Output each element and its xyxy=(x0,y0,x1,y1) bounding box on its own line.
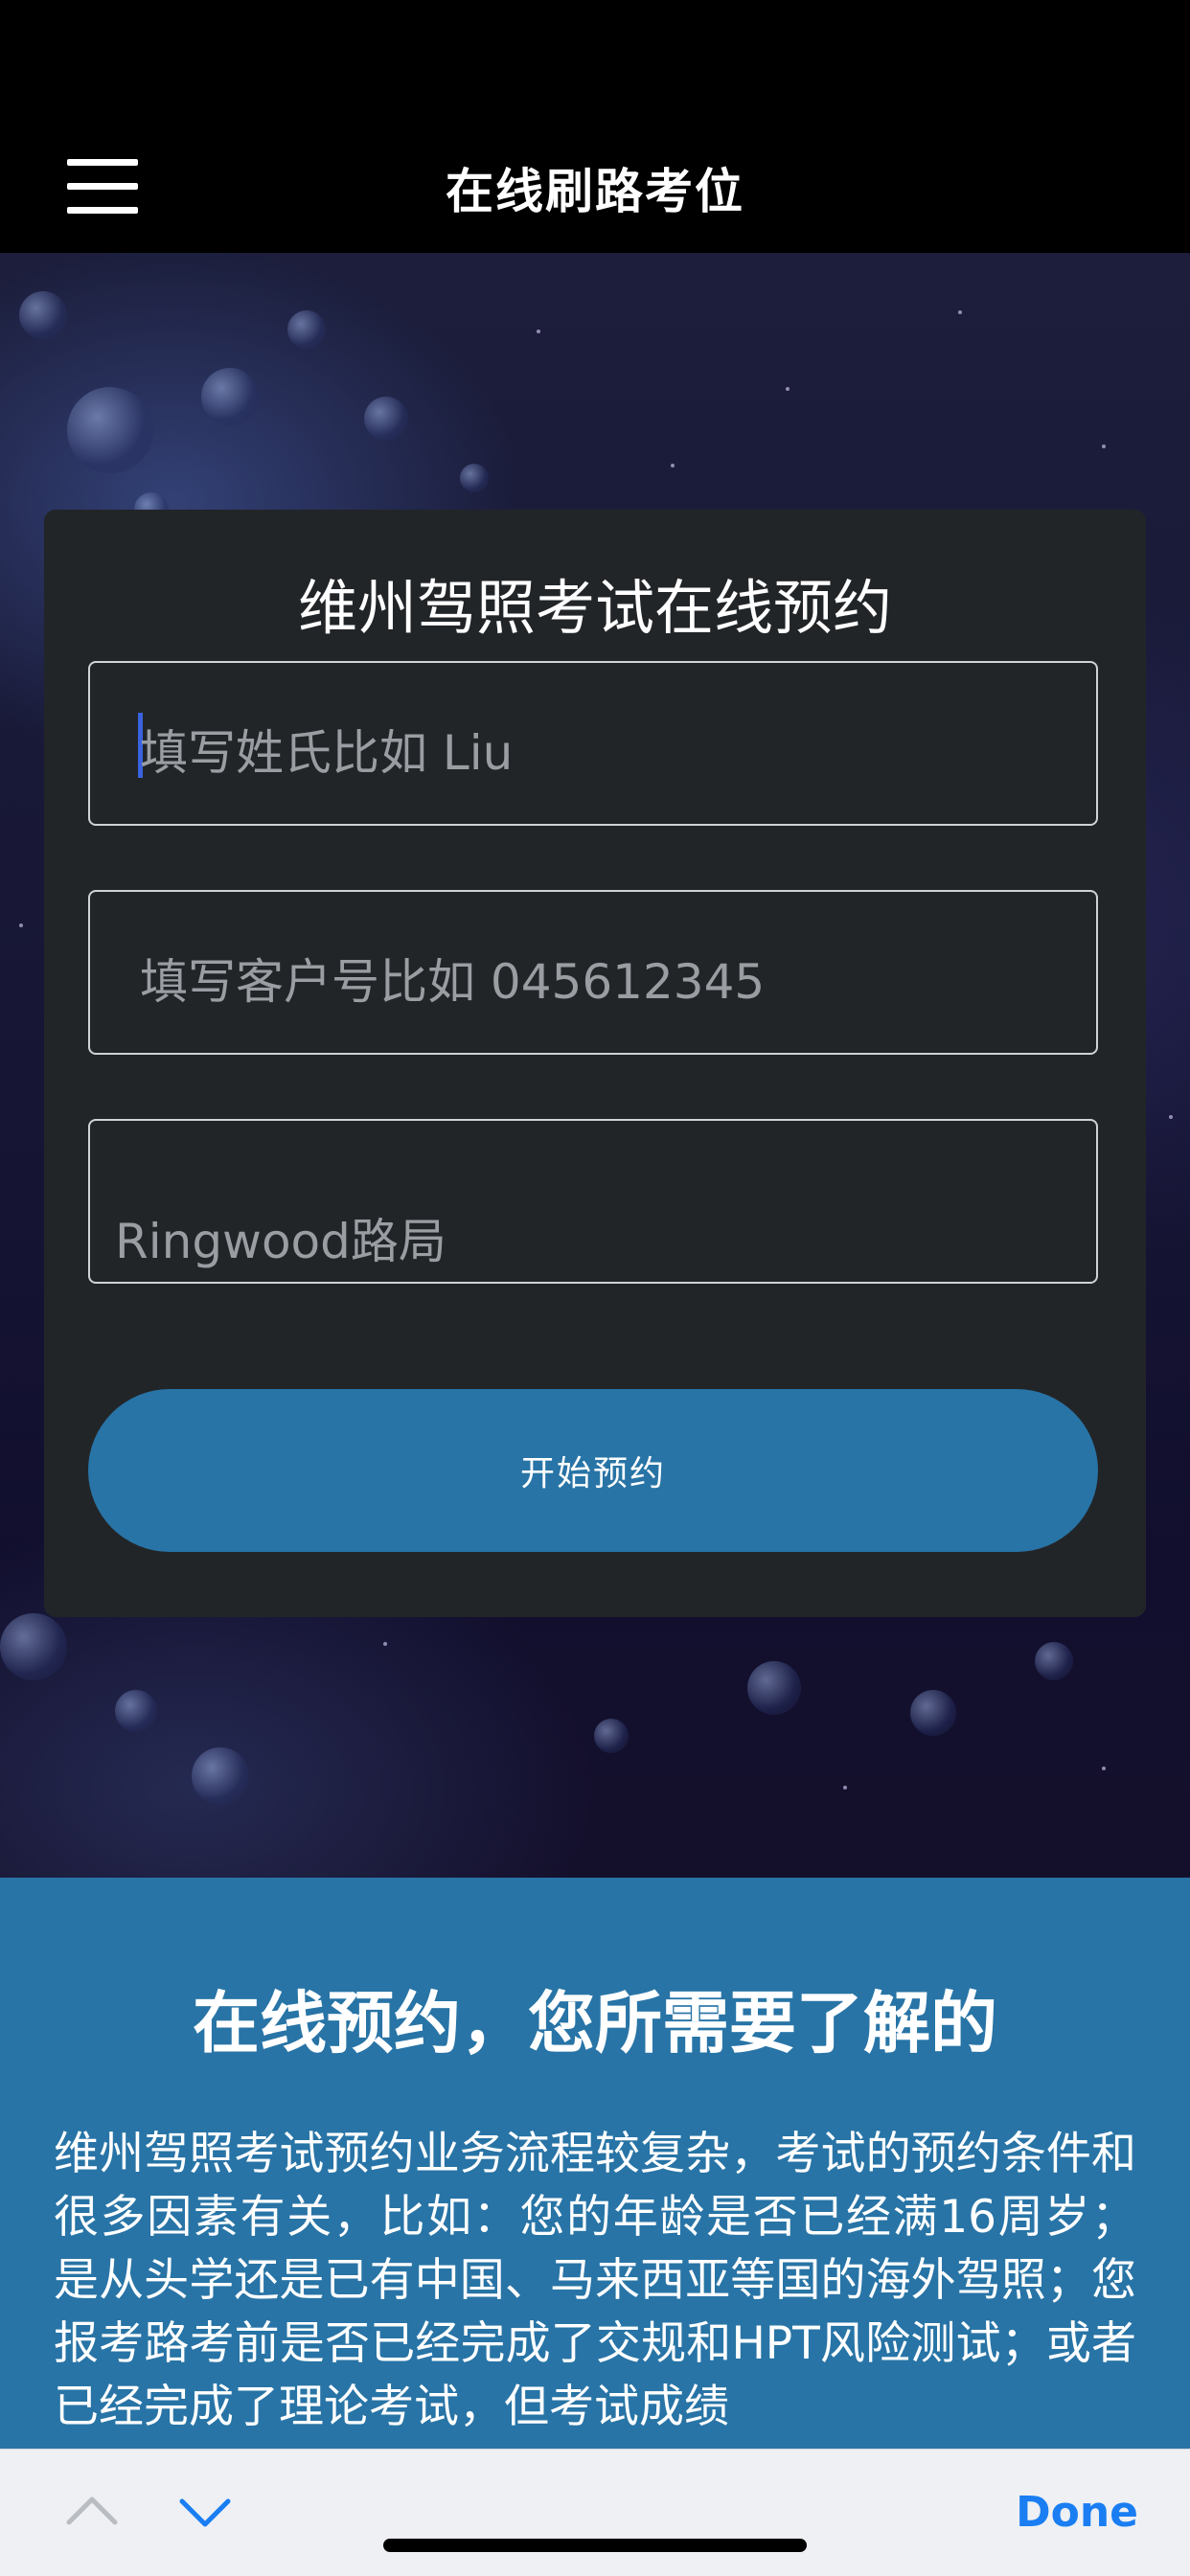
speck-decoration xyxy=(1102,1767,1106,1770)
done-button[interactable]: Done xyxy=(1016,2488,1138,2537)
booking-form-card: 维州驾照考试在线预约 填写姓氏比如 Liu 填写客户号比如 045612345 … xyxy=(44,510,1146,1617)
bubble-decoration xyxy=(67,387,153,473)
test-location-value: Ringwood路局 xyxy=(115,1214,446,1269)
speck-decoration xyxy=(537,330,540,333)
info-section: 在线预约，您所需要了解的 维州驾照考试预约业务流程较复杂，考试的预约条件和很多因… xyxy=(0,1878,1190,2452)
surname-placeholder: 填写姓氏比如 Liu xyxy=(140,725,514,781)
bubble-decoration xyxy=(460,464,489,492)
bubble-decoration xyxy=(594,1719,629,1753)
bubble-decoration xyxy=(201,368,259,425)
speck-decoration xyxy=(19,923,23,927)
speck-decoration xyxy=(671,464,675,467)
bubble-decoration xyxy=(364,397,408,441)
bubble-decoration xyxy=(747,1661,801,1715)
bubble-decoration xyxy=(1035,1642,1073,1680)
bubble-decoration xyxy=(0,1613,67,1680)
start-booking-button[interactable]: 开始预约 xyxy=(88,1389,1098,1552)
chevron-down-icon[interactable] xyxy=(176,2482,234,2540)
bubble-decoration xyxy=(192,1747,249,1805)
speck-decoration xyxy=(383,1642,387,1646)
bubble-decoration xyxy=(287,310,326,349)
top-bar: 在线刷路考位 xyxy=(0,0,1190,253)
speck-decoration xyxy=(843,1786,847,1790)
speck-decoration xyxy=(1169,1115,1173,1119)
chevron-up-icon[interactable] xyxy=(63,2482,121,2540)
test-location-select[interactable]: Ringwood路局 xyxy=(88,1119,1098,1284)
keyboard-toolbar: Done xyxy=(0,2449,1190,2576)
bubble-decoration xyxy=(19,291,67,339)
info-heading: 在线预约，您所需要了解的 xyxy=(193,1984,997,2063)
info-body: 维州驾照考试预约业务流程较复杂，考试的预约条件和很多因素有关，比如：您的年龄是否… xyxy=(54,2128,1136,2433)
speck-decoration xyxy=(786,387,790,391)
form-title: 维州驾照考试在线预约 xyxy=(297,573,892,643)
customer-number-placeholder: 填写客户号比如 045612345 xyxy=(140,954,766,1010)
customer-number-input[interactable]: 填写客户号比如 045612345 xyxy=(88,890,1098,1055)
home-indicator xyxy=(383,2539,807,2552)
speck-decoration xyxy=(1102,445,1106,448)
bubble-decoration xyxy=(910,1690,956,1736)
surname-input[interactable]: 填写姓氏比如 Liu xyxy=(88,661,1098,826)
page-title: 在线刷路考位 xyxy=(446,164,744,219)
speck-decoration xyxy=(958,310,962,314)
bubble-decoration xyxy=(115,1690,157,1732)
